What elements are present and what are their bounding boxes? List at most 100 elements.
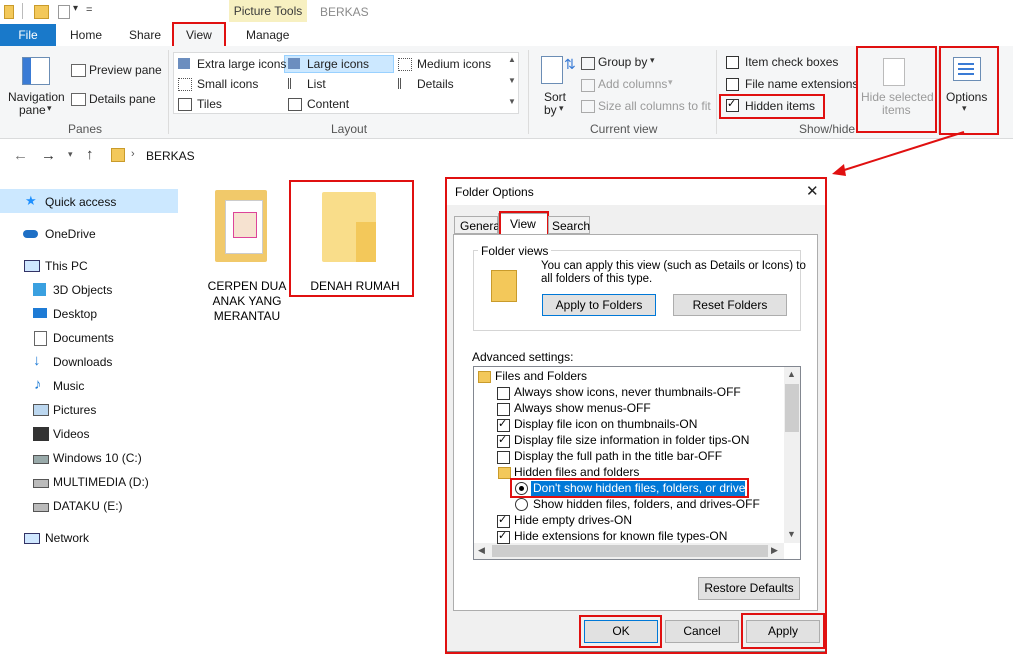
ok-button[interactable]: OK [584, 620, 658, 643]
group-by-button[interactable]: Group by [598, 55, 647, 69]
setting-checkbox[interactable] [497, 513, 510, 528]
gallery-more-icon[interactable]: ▼ [508, 97, 516, 106]
breadcrumb-chevron-icon[interactable]: › [131, 148, 135, 160]
cancel-button[interactable]: Cancel [665, 620, 739, 643]
nav-onedrive[interactable]: OneDrive [45, 227, 96, 241]
hidden-items-label[interactable]: Hidden items [745, 99, 815, 113]
nav-pictures[interactable]: Pictures [53, 403, 96, 417]
content-option[interactable]: Content [307, 97, 349, 111]
item-check-boxes-checkbox[interactable] [726, 56, 739, 69]
dialog-tab-view[interactable]: View [510, 217, 536, 231]
large-icons-option[interactable]: Large icons [307, 57, 369, 71]
reset-folders-button[interactable]: Reset Folders [673, 294, 787, 316]
apply-to-folders-button[interactable]: Apply to Folders [542, 294, 656, 316]
file-name-extensions-label[interactable]: File name extensions [745, 77, 858, 91]
scroll-down-icon[interactable]: ▼ [508, 76, 516, 85]
tab-file[interactable]: File [0, 24, 56, 46]
setting-display-full-path[interactable]: Display the full path in the title bar-O… [514, 449, 722, 463]
breadcrumb-berkas[interactable]: BERKAS [146, 149, 195, 163]
radio-button[interactable] [515, 482, 528, 495]
dropdown-arrow-icon[interactable]: ▾ [668, 77, 673, 88]
close-icon[interactable]: ✕ [806, 182, 819, 200]
tab-view[interactable]: View [186, 28, 212, 42]
details-option[interactable]: Details [417, 77, 454, 91]
size-all-columns-button[interactable]: Size all columns to fit [598, 99, 711, 113]
sort-by-label[interactable]: Sort [544, 90, 566, 104]
setting-always-show-menus[interactable]: Always show menus-OFF [514, 401, 651, 415]
tab-share[interactable]: Share [129, 28, 161, 42]
restore-defaults-button[interactable]: Restore Defaults [698, 577, 800, 600]
file-label-cerpen[interactable]: CERPEN DUA ANAK YANG MERANTAU [205, 279, 289, 324]
customize-arrow-icon[interactable]: ▾ [73, 3, 78, 14]
extra-large-icons-option[interactable]: Extra large icons [197, 57, 286, 71]
setting-checkbox[interactable] [497, 433, 510, 448]
setting-checkbox[interactable] [497, 529, 510, 544]
options-button[interactable]: Options [946, 90, 987, 104]
setting-checkbox[interactable] [497, 417, 510, 432]
setting-checkbox[interactable] [497, 387, 510, 400]
file-item-cerpen[interactable] [215, 190, 275, 270]
item-check-boxes-label[interactable]: Item check boxes [745, 55, 838, 69]
nav-multimedia-d[interactable]: MULTIMEDIA (D:) [53, 475, 149, 489]
setting-hide-empty-drives[interactable]: Hide empty drives-ON [514, 513, 632, 527]
back-arrow-icon[interactable]: ← [13, 147, 28, 164]
dialog-tab-general[interactable]: General [460, 219, 503, 233]
nav-network[interactable]: Network [45, 531, 89, 545]
recent-locations-icon[interactable]: ▾ [68, 149, 73, 160]
nav-quick-access[interactable]: Quick access [45, 195, 116, 209]
apply-button[interactable]: Apply [746, 620, 820, 643]
setting-display-file-icon[interactable]: Display file icon on thumbnails-ON [514, 417, 697, 431]
nav-videos[interactable]: Videos [53, 427, 89, 441]
horizontal-scrollbar-thumb[interactable] [492, 545, 768, 557]
dropdown-arrow-icon[interactable]: ▾ [962, 103, 967, 114]
hide-selected-label2[interactable]: items [882, 103, 911, 117]
preview-pane-button[interactable]: Preview pane [89, 63, 162, 77]
nav-this-pc[interactable]: This PC [45, 259, 88, 273]
radio-button[interactable] [515, 498, 528, 511]
tab-manage[interactable]: Manage [246, 28, 289, 42]
hidden-items-checkbox[interactable] [726, 97, 739, 112]
navigation-pane-label[interactable]: Navigation [8, 90, 65, 104]
scroll-left-icon[interactable]: ◀ [478, 545, 485, 556]
nav-windows-c[interactable]: Windows 10 (C:) [53, 451, 142, 465]
details-pane-button[interactable]: Details pane [89, 92, 156, 106]
navigation-pane-label2[interactable]: pane [19, 103, 46, 117]
setting-show-hidden[interactable]: Show hidden files, folders, and drives-O… [533, 497, 760, 511]
dropdown-arrow-icon[interactable]: ▾ [47, 103, 52, 114]
scroll-right-icon[interactable]: ▶ [771, 545, 778, 556]
quick-access-toolbar-icon[interactable]: = [86, 4, 92, 16]
properties-icon[interactable] [58, 5, 70, 19]
tab-home[interactable]: Home [70, 28, 102, 42]
hide-selected-button[interactable]: Hide selected [861, 90, 934, 104]
nav-music[interactable]: Music [53, 379, 84, 393]
setting-checkbox[interactable] [497, 451, 510, 464]
nav-dataku-e[interactable]: DATAKU (E:) [53, 499, 123, 513]
nav-documents[interactable]: Documents [53, 331, 114, 345]
scroll-up-icon[interactable]: ▲ [787, 369, 796, 379]
file-name-extensions-checkbox[interactable] [726, 78, 739, 91]
setting-display-file-size[interactable]: Display file size information in folder … [514, 433, 749, 447]
forward-arrow-icon[interactable]: → [41, 147, 56, 164]
dropdown-arrow-icon[interactable]: ▾ [650, 55, 655, 66]
setting-checkbox[interactable] [497, 403, 510, 416]
scroll-down-icon[interactable]: ▼ [787, 529, 796, 539]
file-item-denah-rumah[interactable] [322, 192, 378, 264]
scrollbar-thumb[interactable] [785, 384, 799, 432]
list-option[interactable]: List [307, 77, 326, 91]
file-label-denah-rumah[interactable]: DENAH RUMAH [305, 279, 405, 293]
add-columns-button[interactable]: Add columns [598, 77, 667, 91]
setting-always-show-icons[interactable]: Always show icons, never thumbnails-OFF [514, 385, 741, 399]
setting-hide-extensions[interactable]: Hide extensions for known file types-ON [514, 529, 727, 543]
tiles-option[interactable]: Tiles [197, 97, 222, 111]
nav-downloads[interactable]: Downloads [53, 355, 112, 369]
setting-dont-show-hidden[interactable]: Don't show hidden files, folders, or dri… [533, 481, 773, 495]
new-folder-icon[interactable] [34, 5, 49, 19]
dropdown-arrow-icon[interactable]: ▾ [559, 103, 564, 114]
scroll-up-icon[interactable]: ▲ [508, 55, 516, 64]
sort-by-label2[interactable]: by [544, 103, 557, 117]
nav-desktop[interactable]: Desktop [53, 307, 97, 321]
up-arrow-icon[interactable]: ↑ [86, 146, 94, 163]
medium-icons-option[interactable]: Medium icons [417, 57, 491, 71]
dialog-tab-search[interactable]: Search [552, 219, 590, 233]
nav-3d-objects[interactable]: 3D Objects [53, 283, 112, 297]
